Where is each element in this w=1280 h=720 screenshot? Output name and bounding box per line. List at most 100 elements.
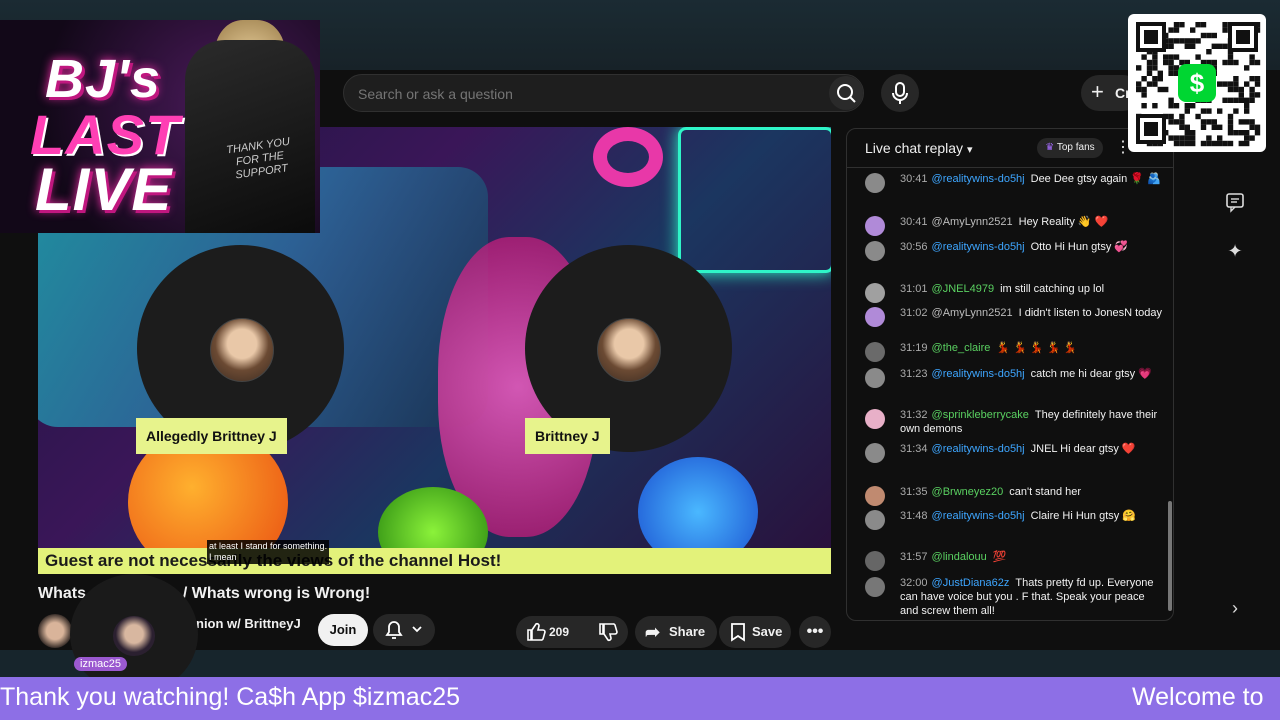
thumbs-down-icon [599, 623, 618, 642]
share-icon: ➦ [645, 622, 661, 642]
search-bar[interactable] [343, 74, 864, 112]
chat-message: 31:34 @realitywins-do5hj JNEL Hi dear gtsy… [865, 442, 1165, 463]
crown-icon: ♛ [1045, 142, 1055, 153]
share-label: Share [669, 624, 706, 639]
chat-author-avatar[interactable] [865, 283, 885, 303]
chat-author-avatar[interactable] [865, 307, 885, 327]
dislike-button[interactable] [590, 616, 626, 648]
guest-name-2: Brittney J [525, 418, 610, 454]
chat-author-name[interactable]: @the_claire [932, 342, 991, 354]
chat-author-name[interactable]: @realitywins-do5hj [932, 173, 1025, 185]
chat-timestamp: 32:00 [900, 577, 928, 589]
bookmark-icon [731, 623, 745, 642]
guest-name-1: Allegedly Brittney J [136, 418, 287, 454]
video-title-part1: Whats [38, 585, 86, 602]
chat-timestamp: 30:41 [900, 173, 928, 185]
share-button[interactable]: ➦ Share [635, 616, 717, 648]
chat-message-body: 31:32 @sprinkleberrycake They definitely h… [900, 408, 1165, 436]
chat-message-body: 30:41 @AmyLynn2521 Hey Reality 👋 ❤️ [900, 215, 1165, 229]
top-fans-filter[interactable]: ♛ Top fans [1037, 138, 1103, 158]
chat-message-text: JNEL Hi dear gtsy ❤️ [1030, 443, 1136, 455]
chat-message-text: I didn't listen to JonesN today [1018, 307, 1162, 319]
chat-message: 30:56 @realitywins-do5hj Otto Hi Hun gtsy … [865, 240, 1165, 261]
chat-author-name[interactable]: @realitywins-do5hj [932, 510, 1025, 522]
chat-author-name[interactable]: @JustDiana62z [932, 577, 1010, 589]
disclaimer-banner: Guest are not necessarily the views of t… [38, 548, 831, 574]
chat-icon[interactable] [1222, 189, 1248, 215]
chat-message-text: Claire Hi Hun gtsy 🤗 [1030, 510, 1137, 522]
like-button[interactable]: 209 [516, 616, 586, 648]
channel-name[interactable]: nion w/ BrittneyJ [196, 616, 301, 631]
host-overlay-badge: izmac25 [74, 657, 127, 671]
search-input[interactable] [356, 83, 820, 105]
chat-message-text: Otto Hi Hun gtsy 💞 [1030, 241, 1129, 253]
chat-author-name[interactable]: @AmyLynn2521 [932, 307, 1013, 319]
chat-author-name[interactable]: @realitywins-do5hj [932, 443, 1025, 455]
chat-author-name[interactable]: @JNEL4979 [932, 283, 995, 295]
chat-author-avatar[interactable] [865, 409, 885, 429]
chevron-right-icon[interactable]: › [1222, 598, 1248, 624]
thumbs-up-icon [527, 622, 546, 641]
chat-message: 31:48 @realitywins-do5hj Claire Hi Hun gts… [865, 509, 1165, 530]
chat-timestamp: 31:32 [900, 409, 928, 421]
chat-message-text: catch me hi dear gtsy 💗 [1030, 368, 1152, 380]
caption-line-2: I mean [209, 552, 237, 562]
chat-author-avatar[interactable] [865, 216, 885, 236]
logo-line-1: BJ's [45, 49, 161, 109]
ticker-text-left: Thank you watching! Ca$h App $izmac25 [0, 683, 460, 711]
chat-author-avatar[interactable] [865, 342, 885, 362]
chat-author-avatar[interactable] [865, 486, 885, 506]
chat-author-name[interactable]: @Brwneyez20 [932, 486, 1004, 498]
chat-header: Live chat replay ▾ ♛ Top fans ⋮ [847, 129, 1173, 168]
chat-scrollbar[interactable] [1167, 171, 1173, 616]
chat-message-body: 31:57 @lindalouu 💯 [900, 550, 1165, 564]
chat-message: 31:32 @sprinkleberrycake They definitely h… [865, 408, 1165, 436]
chat-scrollbar-thumb[interactable] [1168, 501, 1172, 611]
channel-avatar[interactable] [38, 614, 72, 648]
cash-app-icon: $ [1178, 64, 1216, 102]
bell-icon [385, 621, 422, 639]
chat-author-name[interactable]: @AmyLynn2521 [932, 216, 1013, 228]
sparkle-icon[interactable]: ✦ [1222, 241, 1248, 267]
search-button[interactable] [829, 76, 863, 110]
chat-message-body: 31:35 @Brwneyez20 can't stand her [900, 485, 1165, 499]
more-horizontal-icon: ••• [806, 623, 824, 640]
search-icon [837, 84, 856, 103]
chat-message: 31:23 @realitywins-do5hj catch me hi dear … [865, 367, 1165, 388]
neon-sign-art [678, 127, 831, 273]
chat-timestamp: 31:01 [900, 283, 928, 295]
guest-avatar-1 [210, 318, 274, 382]
guest-avatar-2 [597, 318, 661, 382]
chat-message: 31:35 @Brwneyez20 can't stand her [865, 485, 1165, 506]
chat-author-avatar[interactable] [865, 173, 885, 193]
chat-author-avatar[interactable] [865, 577, 885, 597]
donut-art [593, 127, 663, 187]
more-actions-button[interactable]: ••• [799, 616, 831, 648]
chat-message: 31:02 @AmyLynn2521 I didn't listen to Jone… [865, 306, 1165, 327]
chat-author-name[interactable]: @sprinkleberrycake [932, 409, 1029, 421]
save-button[interactable]: Save [719, 616, 791, 648]
chat-author-avatar[interactable] [865, 368, 885, 388]
chat-author-avatar[interactable] [865, 551, 885, 571]
chat-author-name[interactable]: @realitywins-do5hj [932, 241, 1025, 253]
host-overlay-avatar [113, 616, 155, 656]
chat-author-avatar[interactable] [865, 510, 885, 530]
chat-message-body: 31:23 @realitywins-do5hj catch me hi dear … [900, 367, 1165, 381]
chat-author-avatar[interactable] [865, 241, 885, 261]
microphone-icon [892, 82, 908, 104]
chat-title-dropdown[interactable]: Live chat replay ▾ [865, 140, 972, 156]
logo-line-3: LIVE [35, 156, 173, 223]
notification-bell-button[interactable] [373, 614, 435, 646]
join-button[interactable]: Join [318, 614, 368, 646]
chat-author-name[interactable]: @lindalouu [932, 551, 987, 563]
chat-message-body: 31:02 @AmyLynn2521 I didn't listen to Jone… [900, 306, 1165, 320]
plus-icon: + [1091, 79, 1104, 104]
bottom-ticker: Thank you watching! Ca$h App $izmac25 We… [0, 677, 1280, 720]
voice-search-button[interactable] [881, 74, 919, 112]
chat-author-name[interactable]: @realitywins-do5hj [932, 368, 1025, 380]
cash-app-qr-code: $ [1128, 14, 1266, 152]
chevron-down-icon: ▾ [966, 144, 973, 156]
chat-message-text: 💯 [992, 551, 1007, 563]
chat-author-avatar[interactable] [865, 443, 885, 463]
chat-message-body: 31:48 @realitywins-do5hj Claire Hi Hun gts… [900, 509, 1165, 523]
